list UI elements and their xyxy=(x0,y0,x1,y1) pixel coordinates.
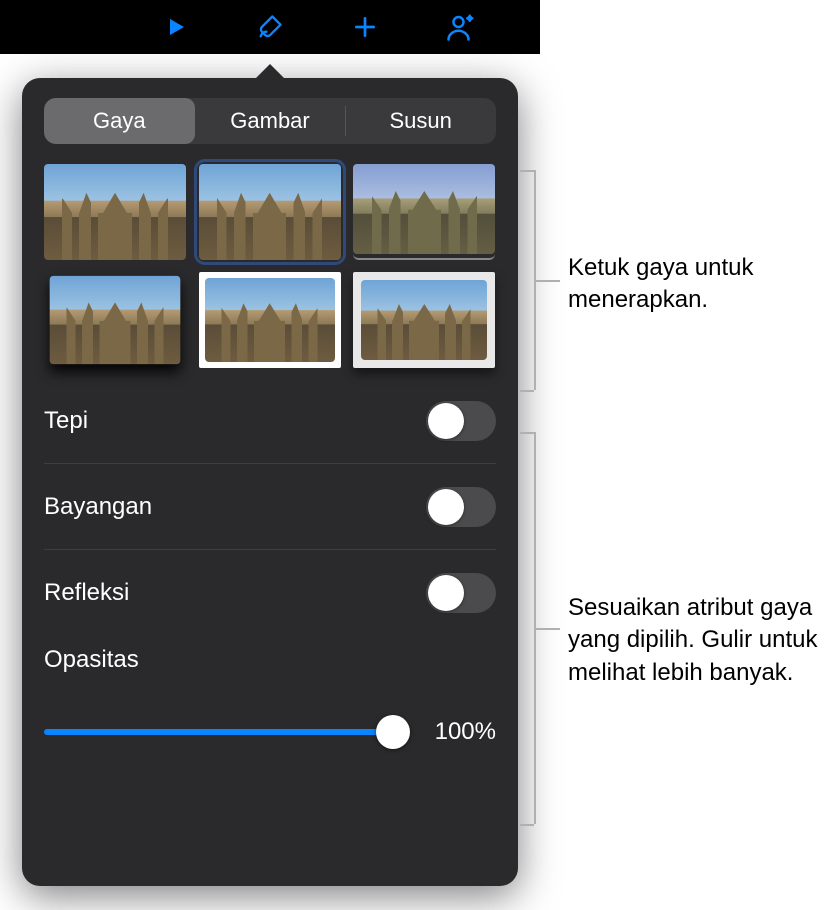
add-icon[interactable] xyxy=(352,14,378,40)
style-presets-grid xyxy=(44,164,496,368)
reflection-toggle[interactable] xyxy=(426,573,496,613)
opacity-value: 100% xyxy=(426,718,496,746)
tab-arrange[interactable]: Susun xyxy=(345,98,496,144)
opacity-slider[interactable] xyxy=(44,729,408,735)
shadow-row[interactable]: Bayangan xyxy=(44,464,496,550)
row-label: Bayangan xyxy=(44,493,152,521)
style-thumb[interactable] xyxy=(353,272,495,368)
tab-style[interactable]: Gaya xyxy=(44,98,195,144)
callout-text-styles: Ketuk gaya untuk menerapkan. xyxy=(568,252,818,317)
border-toggle[interactable] xyxy=(426,401,496,441)
style-thumb[interactable] xyxy=(44,272,186,368)
style-thumb[interactable] xyxy=(353,164,495,260)
tab-bar: Gaya Gambar Susun xyxy=(44,98,496,144)
shadow-toggle[interactable] xyxy=(426,487,496,527)
callout-bracket xyxy=(520,170,534,172)
row-label: Tepi xyxy=(44,407,88,435)
callout-bracket xyxy=(536,280,560,282)
opacity-section: Opasitas 100% xyxy=(44,646,496,746)
style-thumb[interactable] xyxy=(44,164,186,260)
callout-bracket xyxy=(520,824,534,826)
style-thumb[interactable] xyxy=(199,164,341,260)
style-options: Tepi Bayangan Refleksi xyxy=(44,378,496,636)
play-icon[interactable] xyxy=(164,15,188,39)
format-brush-icon[interactable] xyxy=(256,13,284,41)
callout-bracket xyxy=(520,390,534,392)
row-label: Refleksi xyxy=(44,579,129,607)
style-thumb[interactable] xyxy=(199,272,341,368)
top-toolbar xyxy=(0,0,540,54)
tab-image[interactable]: Gambar xyxy=(195,98,346,144)
reflection-row[interactable]: Refleksi xyxy=(44,550,496,636)
format-popover: Gaya Gambar Susun Tepi Bayangan Refleksi… xyxy=(22,78,518,886)
callout-bracket xyxy=(520,432,534,434)
border-row[interactable]: Tepi xyxy=(44,378,496,464)
callout-text-adjust: Sesuaikan atribut gaya yang dipilih. Gul… xyxy=(568,592,826,689)
add-people-icon[interactable] xyxy=(446,12,476,42)
callout-bracket xyxy=(536,628,560,630)
opacity-label: Opasitas xyxy=(44,646,496,674)
